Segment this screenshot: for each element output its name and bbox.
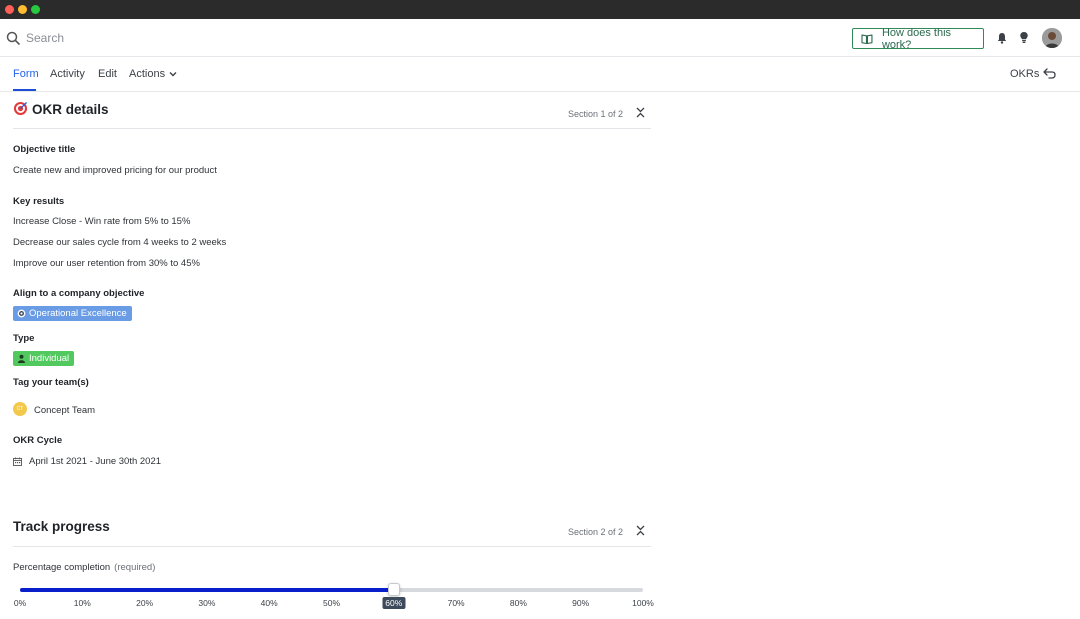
close-window-button[interactable] xyxy=(5,5,14,14)
slider-tick-label: 40% xyxy=(260,598,278,608)
percentage-completion-label-text: Percentage completion xyxy=(13,562,111,573)
book-icon xyxy=(861,33,873,44)
search-input[interactable] xyxy=(22,27,322,49)
percentage-completion-label: Percentage completion (required) xyxy=(13,562,155,573)
progress-slider-fill xyxy=(20,588,394,592)
person-icon xyxy=(17,354,26,363)
target-small-icon xyxy=(17,309,26,318)
section-track-progress-header: Track progress Section 2 of 2 xyxy=(13,510,651,547)
team-avatar-icon: CT xyxy=(13,402,27,416)
tab-activity[interactable]: Activity xyxy=(50,68,85,80)
slider-tick-label: 10% xyxy=(73,598,91,608)
tab-actions[interactable]: Actions xyxy=(129,68,177,80)
type-tag-label: Individual xyxy=(29,353,70,364)
top-bar: How does this work? xyxy=(0,19,1080,57)
key-result-item: Decrease our sales cycle from 4 weeks to… xyxy=(13,237,227,248)
tag-teams-label: Tag your team(s) xyxy=(13,377,89,388)
slider-tick-label: 70% xyxy=(447,598,465,608)
company-objective-tag[interactable]: Operational Excellence xyxy=(13,306,132,321)
chevron-down-icon xyxy=(169,72,177,77)
zoom-window-button[interactable] xyxy=(31,5,40,14)
collapse-icon[interactable] xyxy=(636,107,645,118)
tab-form[interactable]: Form xyxy=(13,68,39,80)
align-objective-label: Align to a company objective xyxy=(13,288,145,299)
objective-title-value: Create new and improved pricing for our … xyxy=(13,165,217,176)
required-marker: (required) xyxy=(114,562,156,573)
progress-slider-thumb[interactable] xyxy=(387,583,400,596)
user-avatar-icon xyxy=(1042,28,1062,48)
slider-tick-label: 100% xyxy=(632,598,654,608)
slider-tick-label: 20% xyxy=(136,598,154,608)
progress-slider-track[interactable] xyxy=(20,588,643,592)
type-tag[interactable]: Individual xyxy=(13,351,75,366)
section-okr-details-header: OKR details Section 1 of 2 xyxy=(13,92,651,129)
okrs-link[interactable]: OKRs xyxy=(1010,68,1039,80)
slider-tick-label: 60% xyxy=(382,597,406,609)
section-okr-details-title-text: OKR details xyxy=(32,102,109,117)
avatar[interactable] xyxy=(1042,28,1062,48)
company-objective-tag-label: Operational Excellence xyxy=(29,308,127,319)
lightbulb-icon[interactable] xyxy=(1018,31,1030,44)
section-counter: Section 1 of 2 xyxy=(567,109,623,119)
active-tab-indicator xyxy=(13,89,36,91)
search-icon xyxy=(6,31,20,45)
window-titlebar xyxy=(0,0,1080,19)
tab-bar: Form Activity Edit Actions OKRs xyxy=(0,57,1080,92)
type-label: Type xyxy=(13,333,35,344)
tab-edit[interactable]: Edit xyxy=(98,68,117,80)
minimize-window-button[interactable] xyxy=(18,5,27,14)
slider-tick-label: 80% xyxy=(509,598,527,608)
objective-title-label: Objective title xyxy=(13,144,76,155)
key-results-label: Key results xyxy=(13,196,65,207)
key-result-item: Increase Close - Win rate from 5% to 15% xyxy=(13,216,191,227)
section-okr-details-title: OKR details xyxy=(13,101,109,117)
slider-tick-label: 0% xyxy=(13,598,27,608)
target-icon xyxy=(13,101,28,116)
key-result-item: Improve our user retention from 30% to 4… xyxy=(13,258,200,269)
return-arrow-icon[interactable] xyxy=(1043,68,1056,79)
slider-tick-label: 30% xyxy=(198,598,216,608)
bell-icon[interactable] xyxy=(996,32,1008,44)
section-counter: Section 2 of 2 xyxy=(567,527,623,537)
slider-tick-label: 50% xyxy=(322,598,341,608)
okr-cycle-label: OKR Cycle xyxy=(13,435,63,446)
help-button-label: How does this work? xyxy=(881,26,952,51)
team-name[interactable]: Concept Team xyxy=(34,405,95,416)
calendar-icon xyxy=(13,457,22,466)
collapse-icon[interactable] xyxy=(636,525,645,536)
okr-cycle-value[interactable]: April 1st 2021 - June 30th 2021 xyxy=(29,456,161,467)
section-track-progress-title: Track progress xyxy=(13,519,110,534)
how-does-this-work-button[interactable]: How does this work? xyxy=(852,26,984,51)
slider-tick-label: 90% xyxy=(572,598,590,608)
tab-actions-label: Actions xyxy=(129,68,166,80)
